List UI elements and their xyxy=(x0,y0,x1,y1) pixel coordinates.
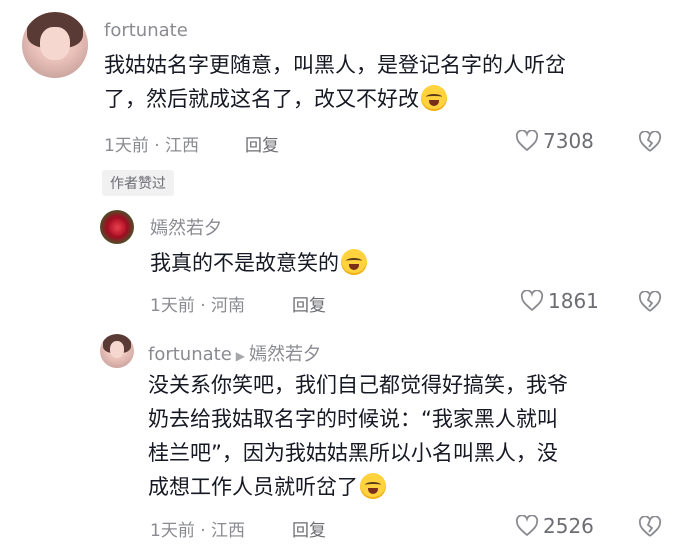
avatar[interactable] xyxy=(22,12,88,78)
comment-username[interactable]: fortunate xyxy=(148,344,232,365)
reply-button[interactable]: 回复 xyxy=(245,131,279,156)
laugh-cry-emoji-icon xyxy=(421,85,447,111)
avatar-rose xyxy=(108,218,126,236)
broken-heart-icon[interactable] xyxy=(638,291,662,313)
comment-text-line: 奶去给我姑取名字的时候说：“我家黑人就叫 xyxy=(148,407,558,431)
comment-text-line: 桂兰吧”，因为我姑姑黑所以小名叫黑人，没 xyxy=(148,441,558,465)
heart-outline-icon xyxy=(515,130,539,152)
avatar-face xyxy=(109,341,125,359)
comment-text-line: 我姑姑名字更随意，叫黑人，是登记名字的人听岔 xyxy=(104,53,566,77)
comment-text-line: 成想工作人员就听岔了 xyxy=(148,475,358,499)
comment-text-line: 我真的不是故意笑的 xyxy=(150,251,339,275)
author-liked-badge: 作者赞过 xyxy=(102,170,174,196)
comment-text-line-with-emoji: 成想工作人员就听岔了 xyxy=(148,470,668,504)
like-button[interactable]: 7308 xyxy=(515,129,594,153)
like-count: 1861 xyxy=(548,289,599,313)
avatar[interactable] xyxy=(100,334,134,368)
reply-arrow-icon: ▶ xyxy=(235,349,246,363)
comment-time-location: 1天前 · 河南 xyxy=(150,296,246,316)
comment-text: 我姑姑名字更随意，叫黑人，是登记名字的人听岔 了，然后就成这名了，改又不好改 xyxy=(104,48,674,116)
comment-username[interactable]: fortunate xyxy=(104,20,188,41)
comment-text-line-with-emoji: 了，然后就成这名了，改又不好改 xyxy=(104,82,674,116)
reply-button[interactable]: 回复 xyxy=(292,516,326,541)
laugh-cry-emoji-icon xyxy=(341,249,367,275)
comment-text: 没关系你笑吧，我们自己都觉得好搞笑，我爷 奶去给我姑取名字的时候说：“我家黑人就… xyxy=(148,368,668,504)
reply-button[interactable]: 回复 xyxy=(292,291,326,316)
like-button[interactable]: 2526 xyxy=(515,514,594,538)
avatar[interactable] xyxy=(100,210,134,244)
reply-to-username[interactable]: 嫣然若夕 xyxy=(249,344,321,365)
heart-outline-icon xyxy=(520,290,544,312)
comment-text-line: 没关系你笑吧，我们自己都觉得好搞笑，我爷 xyxy=(148,373,568,397)
heart-outline-icon xyxy=(515,515,539,537)
laugh-cry-emoji-icon xyxy=(360,473,386,499)
comment-text-line: 了，然后就成这名了，改又不好改 xyxy=(104,87,419,111)
comment-username[interactable]: 嫣然若夕 xyxy=(150,214,222,240)
comment-time-location: 1天前 · 江西 xyxy=(104,136,200,156)
broken-heart-icon[interactable] xyxy=(638,131,662,153)
like-count: 7308 xyxy=(543,129,594,153)
broken-heart-icon[interactable] xyxy=(638,516,662,538)
comment-time-location: 1天前 · 江西 xyxy=(150,521,246,541)
comment-text-line-with-emoji: 我真的不是故意笑的 xyxy=(150,246,367,280)
like-count: 2526 xyxy=(543,514,594,538)
avatar-face xyxy=(40,26,70,60)
like-button[interactable]: 1861 xyxy=(520,289,599,313)
comment-username-row: fortunate ▶ 嫣然若夕 xyxy=(148,340,321,366)
